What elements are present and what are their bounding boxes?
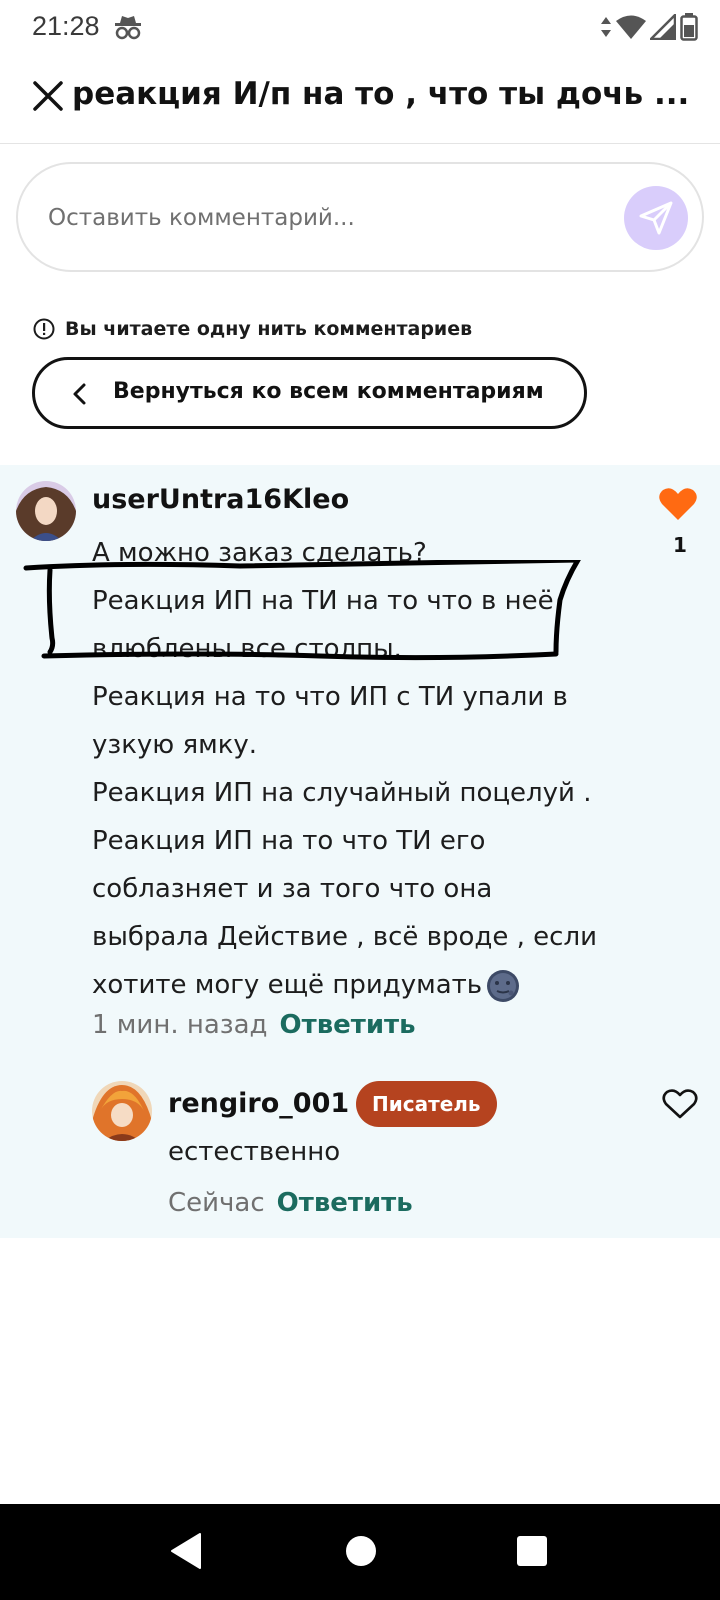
close-icon[interactable] (30, 78, 66, 114)
home-circle-icon[interactable] (346, 1536, 376, 1566)
comment-line: соблазняет и за того что она (92, 874, 493, 904)
back-triangle-icon[interactable] (170, 1532, 202, 1570)
recents-square-icon[interactable] (517, 1536, 547, 1566)
incognito-icon (115, 16, 141, 40)
heart-filled-icon[interactable] (658, 486, 698, 522)
avatar-image (16, 481, 76, 541)
comment-line: Реакция ИП на ТИ на то что в неё (92, 586, 554, 616)
status-bar: 21:28 (0, 0, 720, 56)
send-button[interactable] (624, 186, 688, 250)
comment-line: влюблены все столпы. (92, 634, 402, 664)
comment-username[interactable]: userUntra16Kleo (92, 484, 349, 515)
comment-line: Реакция на то что ИП с ТИ упали в (92, 682, 568, 712)
comment-line: А можно заказ сделать? (92, 538, 427, 568)
avatar[interactable] (16, 481, 76, 541)
app-header: реакция И/п на то , что ты дочь ... (0, 56, 720, 144)
writer-badge: Писатель (356, 1081, 497, 1127)
comment-line-text: хотите могу ещё придумать (92, 970, 483, 1000)
page-title: реакция И/п на то , что ты дочь ... (72, 76, 690, 112)
comment-composer (16, 162, 704, 272)
data-arrows-icon (601, 17, 611, 37)
comment-input[interactable] (48, 196, 588, 240)
avatar[interactable] (92, 1081, 152, 1141)
thread-notice: Вы читаете одну нить комментариев (33, 318, 472, 340)
comment-time: 1 мин. назад (92, 1010, 268, 1040)
thread-notice-text: Вы читаете одну нить комментариев (65, 318, 473, 340)
comment-line-last: хотите могу ещё придумать (92, 961, 632, 1009)
comment-line: Реакция ИП на то что ТИ его (92, 826, 486, 856)
back-button-label: Вернуться ко всем комментариям (113, 379, 544, 404)
comment-body: А можно заказ сделать? Реакция ИП на ТИ … (92, 529, 632, 1009)
comment-line: выбрала Действие , всё вроде , если (92, 922, 597, 952)
wifi-icon (616, 15, 646, 39)
back-to-all-comments-button[interactable]: Вернуться ко всем комментариям (32, 357, 587, 429)
info-icon (33, 318, 55, 340)
reply-button[interactable]: Ответить (277, 1188, 413, 1218)
comment-line: узкую ямку. (92, 730, 258, 760)
like-count: 1 (673, 533, 687, 557)
reply-button[interactable]: Ответить (280, 1010, 416, 1040)
reply-body: естественно (168, 1137, 341, 1167)
moon-face-icon (487, 969, 520, 1002)
avatar-image (92, 1081, 152, 1141)
status-icons (600, 13, 698, 41)
status-time: 21:28 (32, 11, 100, 41)
comment-line: Реакция ИП на случайный поцелуй . (92, 778, 592, 808)
reply-username[interactable]: rengiro_001 (168, 1088, 349, 1119)
heart-outline-icon[interactable] (662, 1088, 698, 1120)
comment-meta: 1 мин. назад Ответить (92, 1010, 416, 1040)
send-icon (639, 201, 673, 235)
system-nav-bar (0, 1504, 720, 1600)
battery-icon (680, 13, 698, 41)
chevron-left-icon (73, 383, 86, 405)
reply-meta: Сейчас Ответить (168, 1188, 413, 1218)
signal-icon (650, 14, 676, 40)
reply-time: Сейчас (168, 1188, 265, 1218)
